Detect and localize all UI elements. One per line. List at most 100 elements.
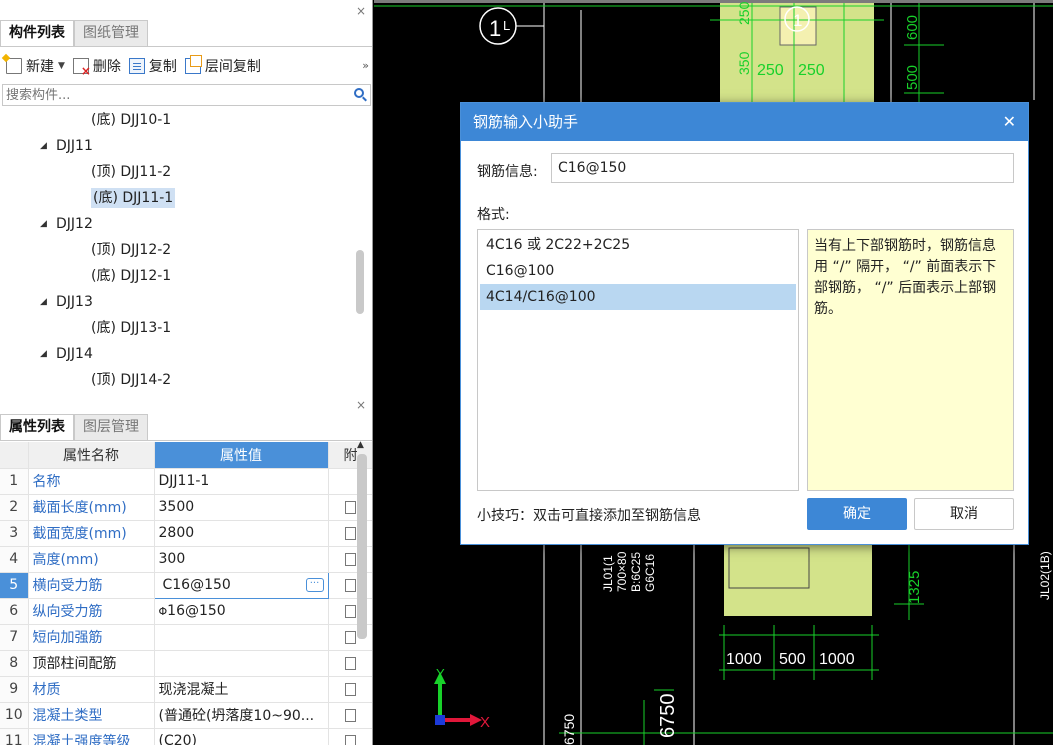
checkbox[interactable] [345, 708, 356, 722]
format-item[interactable]: 4C16 或 2C22+2C25 [480, 232, 796, 258]
format-label: 格式: [477, 207, 510, 223]
checkbox[interactable] [345, 604, 356, 618]
scroll-up-icon[interactable]: ▲ [357, 440, 364, 450]
property-scrollbar[interactable] [357, 454, 367, 639]
copy-button[interactable]: 复制 [127, 53, 183, 79]
dialog-titlebar[interactable]: 钢筋输入小助手 ✕ [461, 103, 1028, 141]
format-item-selected[interactable]: 4C14/C16@100 [480, 284, 796, 310]
dim-label: 250 [798, 62, 825, 79]
checkbox[interactable] [345, 656, 356, 670]
table-row[interactable]: 9 材质 现浇混凝土 [0, 676, 372, 703]
property-value[interactable]: 3500 [154, 494, 329, 521]
divider [0, 46, 372, 47]
tab-layer-management[interactable]: 图层管理 [74, 414, 148, 440]
tree-item-label: (顶) DJJ11-2 [91, 164, 172, 180]
copy-icon [128, 58, 145, 74]
tree-item-label: (底) DJJ12-1 [91, 268, 172, 284]
component-toolbar: 新建 ▼ 删除 复制 层间复制 » [0, 51, 372, 81]
column-header-value[interactable]: 属性值 [154, 442, 329, 469]
property-value-cell[interactable]: Φ16@150 [154, 598, 329, 625]
checkbox[interactable] [345, 630, 356, 644]
dim-label: 250 [736, 1, 752, 25]
property-value[interactable]: 现浇混凝土 [154, 676, 329, 703]
property-value[interactable]: 300 [154, 546, 329, 573]
format-item[interactable]: C16@100 [480, 258, 796, 284]
toolbar-overflow-icon[interactable]: » [362, 59, 369, 72]
property-value[interactable]: (普通砼(坍落度10~90... [154, 702, 329, 729]
tree-group[interactable]: ◢ DJJ13 [0, 289, 356, 315]
property-name: 纵向受力筋 [28, 598, 155, 625]
table-row[interactable]: 2 截面长度(mm) 3500 [0, 494, 372, 521]
property-value[interactable] [154, 624, 329, 651]
tip-text: 小技巧：双击可直接添加至钢筋信息 [477, 508, 701, 524]
ok-button[interactable]: 确定 [807, 498, 907, 530]
tree-scrollbar[interactable] [356, 250, 364, 314]
checkbox[interactable] [345, 552, 356, 566]
property-pane-close-icon[interactable]: × [356, 398, 366, 412]
tree-group[interactable]: ◢ DJJ14 [0, 341, 356, 367]
property-value[interactable]: C16@150 [163, 577, 231, 593]
chevron-down-icon[interactable]: ▼ [58, 61, 65, 71]
component-pane-close-icon[interactable]: × [356, 4, 366, 18]
table-row[interactable]: 7 短向加强筋 [0, 624, 372, 651]
tab-drawing-management[interactable]: 图纸管理 [74, 20, 148, 46]
expand-triangle-icon[interactable]: ◢ [40, 211, 47, 237]
table-row[interactable]: 11 混凝土强度等级 (C20) [0, 728, 372, 745]
table-row[interactable]: 3 截面宽度(mm) 2800 [0, 520, 372, 547]
beam-label: G6C16 [643, 554, 657, 592]
property-name: 材质 [28, 676, 155, 703]
tree-group[interactable]: ◢ DJJ11 [0, 133, 356, 159]
tree-item-selected[interactable]: (底) DJJ11-1 [0, 185, 356, 211]
tree-group-label: DJJ13 [56, 294, 93, 310]
tree-item[interactable]: (底) DJJ12-1 [0, 263, 356, 289]
new-button[interactable]: 新建 ▼ [4, 53, 71, 79]
table-row[interactable]: 10 混凝土类型 (普通砼(坍落度10~90... [0, 702, 372, 729]
cancel-button[interactable]: 取消 [914, 498, 1014, 530]
rebar-info-input[interactable]: C16@150 [551, 153, 1014, 183]
property-value[interactable]: (C20) [154, 728, 329, 745]
table-row[interactable]: 4 高度(mm) 300 [0, 546, 372, 573]
property-name: 混凝土强度等级 [28, 728, 155, 745]
property-value[interactable]: DJJ11-1 [154, 468, 329, 495]
tree-item-label: (顶) DJJ12-2 [91, 242, 172, 258]
tab-property-list[interactable]: 属性列表 [0, 414, 74, 440]
search-input[interactable] [3, 85, 333, 105]
y-axis-label: Y [436, 666, 445, 681]
close-icon[interactable]: ✕ [1003, 103, 1016, 141]
property-value[interactable]: 2800 [154, 520, 329, 547]
table-row-active[interactable]: 5 横向受力筋 C16@150 ··· [0, 571, 372, 599]
property-value-editor[interactable]: C16@150 ··· [153, 571, 329, 599]
table-row[interactable]: 6 纵向受力筋 Φ16@150 [0, 598, 372, 625]
checkbox[interactable] [345, 578, 356, 592]
expand-triangle-icon[interactable]: ◢ [40, 133, 47, 159]
dim-label: 350 [736, 51, 752, 75]
property-table-wrap: 属性名称 属性值 附 1 名称 DJJ11-1 2 截面长度(mm) 3500 … [0, 442, 372, 745]
floor-copy-button[interactable]: 层间复制 [183, 53, 267, 79]
tree-item[interactable]: (顶) DJJ11-2 [0, 159, 356, 185]
delete-icon [72, 58, 91, 78]
checkbox[interactable] [345, 500, 356, 514]
row-number: 11 [0, 728, 29, 745]
tree-item[interactable]: (底) DJJ13-1 [0, 315, 356, 341]
checkbox[interactable] [345, 734, 356, 745]
expand-triangle-icon[interactable]: ◢ [40, 289, 47, 315]
dim-label: 500 [779, 651, 806, 668]
tab-component-list[interactable]: 构件列表 [0, 20, 74, 46]
tree-item[interactable]: (顶) DJJ12-2 [0, 237, 356, 263]
delete-button[interactable]: 删除 [71, 53, 127, 79]
dialog-title: 钢筋输入小助手 [473, 113, 579, 131]
tree-item[interactable]: (底) DJJ10-1 [0, 107, 356, 133]
component-tree: (底) DJJ10-1 ◢ DJJ11 (顶) DJJ11-2 (底) DJJ11… [0, 107, 356, 392]
property-value[interactable] [154, 650, 329, 677]
tree-item[interactable]: (顶) DJJ14-2 [0, 367, 356, 392]
tree-group[interactable]: ◢ DJJ12 [0, 211, 356, 237]
more-icon[interactable]: ··· [305, 577, 324, 592]
table-row[interactable]: 8 顶部柱间配筋 [0, 650, 372, 677]
table-row[interactable]: 1 名称 DJJ11-1 [0, 468, 372, 495]
expand-triangle-icon[interactable]: ◢ [40, 341, 47, 367]
rebar-input-dialog: 钢筋输入小助手 ✕ 钢筋信息: C16@150 格式: 4C16 或 2C22+… [460, 102, 1029, 545]
column-header-name[interactable]: 属性名称 [28, 442, 155, 469]
search-icon[interactable] [354, 88, 364, 98]
checkbox[interactable] [345, 526, 356, 540]
checkbox[interactable] [345, 682, 356, 696]
